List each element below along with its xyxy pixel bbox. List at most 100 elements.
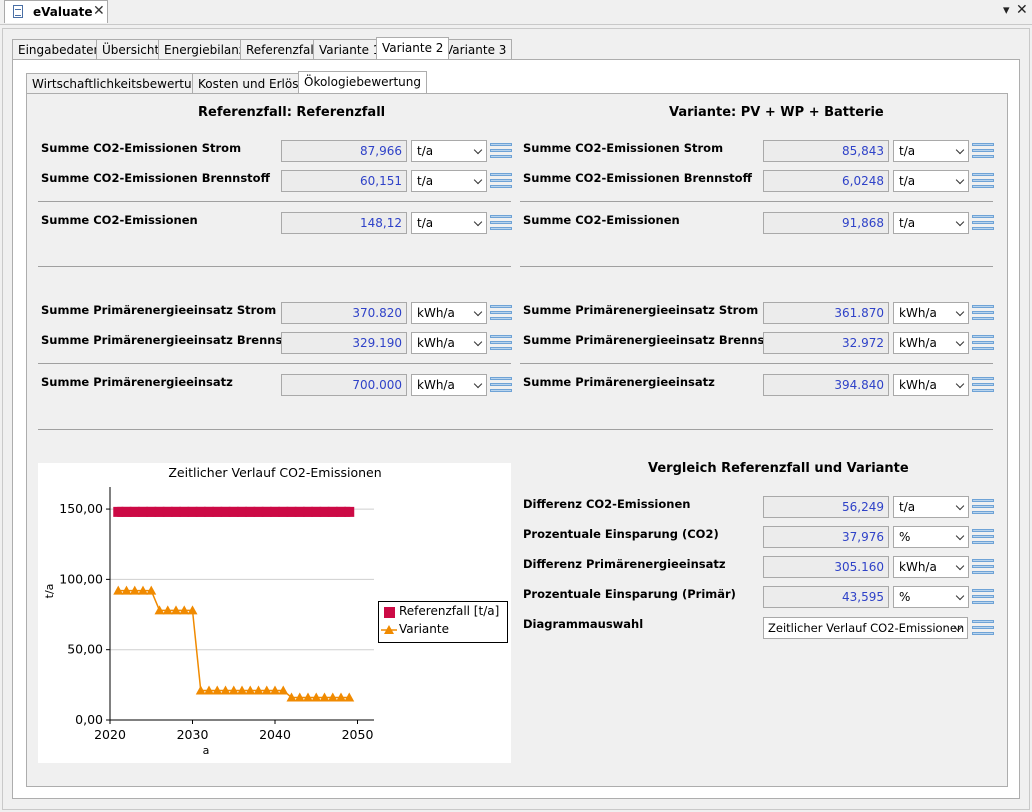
value-co2-strom-variant: 85,843	[763, 140, 889, 162]
label-pe-brennstoff-variant: Summe Primärenergieeinsatz Brennstoff	[523, 333, 788, 347]
legend-label-referenz: Referenzfall [t/a]	[399, 604, 500, 618]
unit-text: kWh/a	[417, 378, 455, 392]
diagram-select[interactable]: Zeitlicher Verlauf CO2-Emissionen	[763, 617, 968, 639]
unit-select-pe-brennstoff-variant[interactable]: kWh/a	[893, 332, 969, 354]
value-diff-pe: 305.160	[763, 556, 889, 578]
chevron-down-icon	[473, 175, 483, 185]
menu-icon[interactable]	[972, 215, 994, 231]
unit-select-save-co2[interactable]: %	[893, 526, 969, 548]
label-pe-summe: Summe Primärenergieeinsatz	[41, 375, 233, 389]
plot-group: 0,00 50,00 100,00 150,00 2020 2030 2040 2050	[59, 487, 374, 742]
menu-icon[interactable]	[490, 215, 512, 231]
window-tab[interactable]: eValuate ✕	[4, 0, 108, 23]
x-tick-label: 2050	[342, 727, 374, 742]
menu-icon[interactable]	[972, 559, 994, 575]
menu-icon[interactable]	[972, 529, 994, 545]
menu-icon[interactable]	[972, 335, 994, 351]
unit-text: t/a	[899, 500, 916, 514]
series-variante	[118, 589, 350, 699]
unit-select-save-pe[interactable]: %	[893, 586, 969, 608]
unit-text: t/a	[417, 216, 434, 230]
chevron-down-icon	[955, 175, 965, 185]
tab-referenzfall[interactable]: Referenzfall	[240, 39, 323, 59]
value-co2-brennstoff-variant: 6,0248	[763, 170, 889, 192]
menu-icon[interactable]	[972, 589, 994, 605]
tab-oekologie[interactable]: Ökologiebewertung	[298, 71, 427, 93]
unit-select-co2-summe[interactable]: t/a	[411, 212, 487, 234]
menu-icon[interactable]	[972, 173, 994, 189]
label-co2-strom-variant: Summe CO2-Emissionen Strom	[523, 141, 724, 155]
unit-text: kWh/a	[899, 336, 937, 350]
divider	[38, 201, 511, 202]
unit-text: %	[899, 590, 911, 604]
point-referenzfall	[344, 506, 355, 517]
divider	[38, 266, 511, 267]
document-icon	[13, 5, 23, 18]
unit-select-diff-pe[interactable]: kWh/a	[893, 556, 969, 578]
diagram-select-value: Zeitlicher Verlauf CO2-Emissionen	[768, 621, 965, 635]
chevron-down-icon[interactable]: ▾	[1003, 3, 1010, 18]
tab-wirtschaftlichkeit[interactable]: Wirtschaftlichkeitsbewertung	[26, 73, 213, 93]
unit-text: kWh/a	[899, 378, 937, 392]
x-tick-label: 2040	[259, 727, 291, 742]
tab-variante-3[interactable]: Variante 3	[439, 39, 513, 59]
divider	[38, 363, 511, 364]
tab-energiebilanz[interactable]: Energiebilanz	[158, 39, 252, 59]
unit-select-co2-strom[interactable]: t/a	[411, 140, 487, 162]
menu-icon[interactable]	[490, 305, 512, 321]
divider	[520, 266, 993, 267]
menu-icon[interactable]	[972, 499, 994, 515]
unit-select-co2-brennstoff-variant[interactable]: t/a	[893, 170, 969, 192]
menu-icon[interactable]	[490, 173, 512, 189]
unit-select-co2-strom-variant[interactable]: t/a	[893, 140, 969, 162]
chevron-down-icon	[955, 379, 965, 389]
chevron-down-icon	[955, 561, 965, 571]
tab-eingabedaten[interactable]: Eingabedaten	[12, 39, 108, 59]
unit-select-diff-co2[interactable]: t/a	[893, 496, 969, 518]
menu-icon[interactable]	[972, 143, 994, 159]
divider	[520, 201, 993, 202]
unit-select-co2-summe-variant[interactable]: t/a	[893, 212, 969, 234]
unit-select-pe-brennstoff[interactable]: kWh/a	[411, 332, 487, 354]
menu-icon[interactable]	[972, 377, 994, 393]
unit-select-pe-summe[interactable]: kWh/a	[411, 374, 487, 396]
value-pe-brennstoff: 329.190	[281, 332, 407, 354]
chevron-down-icon	[473, 307, 483, 317]
label-diagram-select: Diagrammauswahl	[523, 617, 644, 631]
divider	[520, 363, 993, 364]
value-save-co2: 37,976	[763, 526, 889, 548]
value-co2-strom: 87,966	[281, 140, 407, 162]
close-window-icon[interactable]: ✕	[1016, 2, 1028, 18]
chevron-down-icon	[955, 307, 965, 317]
close-icon[interactable]: ✕	[93, 3, 105, 19]
unit-select-pe-strom[interactable]: kWh/a	[411, 302, 487, 324]
unit-select-co2-brennstoff[interactable]: t/a	[411, 170, 487, 192]
chart-legend: Referenzfall [t/a] Variante	[378, 601, 508, 643]
unit-text: t/a	[899, 174, 916, 188]
value-pe-summe-variant: 394.840	[763, 374, 889, 396]
y-tick-label: 150,00	[59, 501, 103, 516]
label-co2-strom: Summe CO2-Emissionen Strom	[41, 141, 242, 155]
unit-select-pe-summe-variant[interactable]: kWh/a	[893, 374, 969, 396]
menu-icon[interactable]	[490, 143, 512, 159]
chevron-down-icon	[955, 217, 965, 227]
label-save-pe: Prozentuale Einsparung (Primär)	[523, 587, 736, 601]
value-pe-strom-variant: 361.870	[763, 302, 889, 324]
tab-variante-2[interactable]: Variante 2	[376, 37, 450, 59]
chevron-down-icon	[473, 379, 483, 389]
chevron-down-icon	[473, 217, 483, 227]
tab-kosten-erloese[interactable]: Kosten und Erlöse	[192, 73, 312, 93]
unit-text: t/a	[899, 216, 916, 230]
menu-icon[interactable]	[490, 377, 512, 393]
value-co2-summe-variant: 91,868	[763, 212, 889, 234]
unit-select-pe-strom-variant[interactable]: kWh/a	[893, 302, 969, 324]
menu-icon[interactable]	[490, 335, 512, 351]
value-co2-brennstoff: 60,151	[281, 170, 407, 192]
window-title: eValuate	[33, 5, 93, 19]
value-pe-summe: 700.000	[281, 374, 407, 396]
label-diff-co2: Differenz CO2-Emissionen	[523, 497, 691, 511]
menu-icon[interactable]	[972, 620, 994, 636]
label-co2-brennstoff: Summe CO2-Emissionen Brennstoff	[41, 171, 270, 185]
menu-icon[interactable]	[972, 305, 994, 321]
tab-uebersicht[interactable]: Übersicht	[96, 39, 166, 59]
